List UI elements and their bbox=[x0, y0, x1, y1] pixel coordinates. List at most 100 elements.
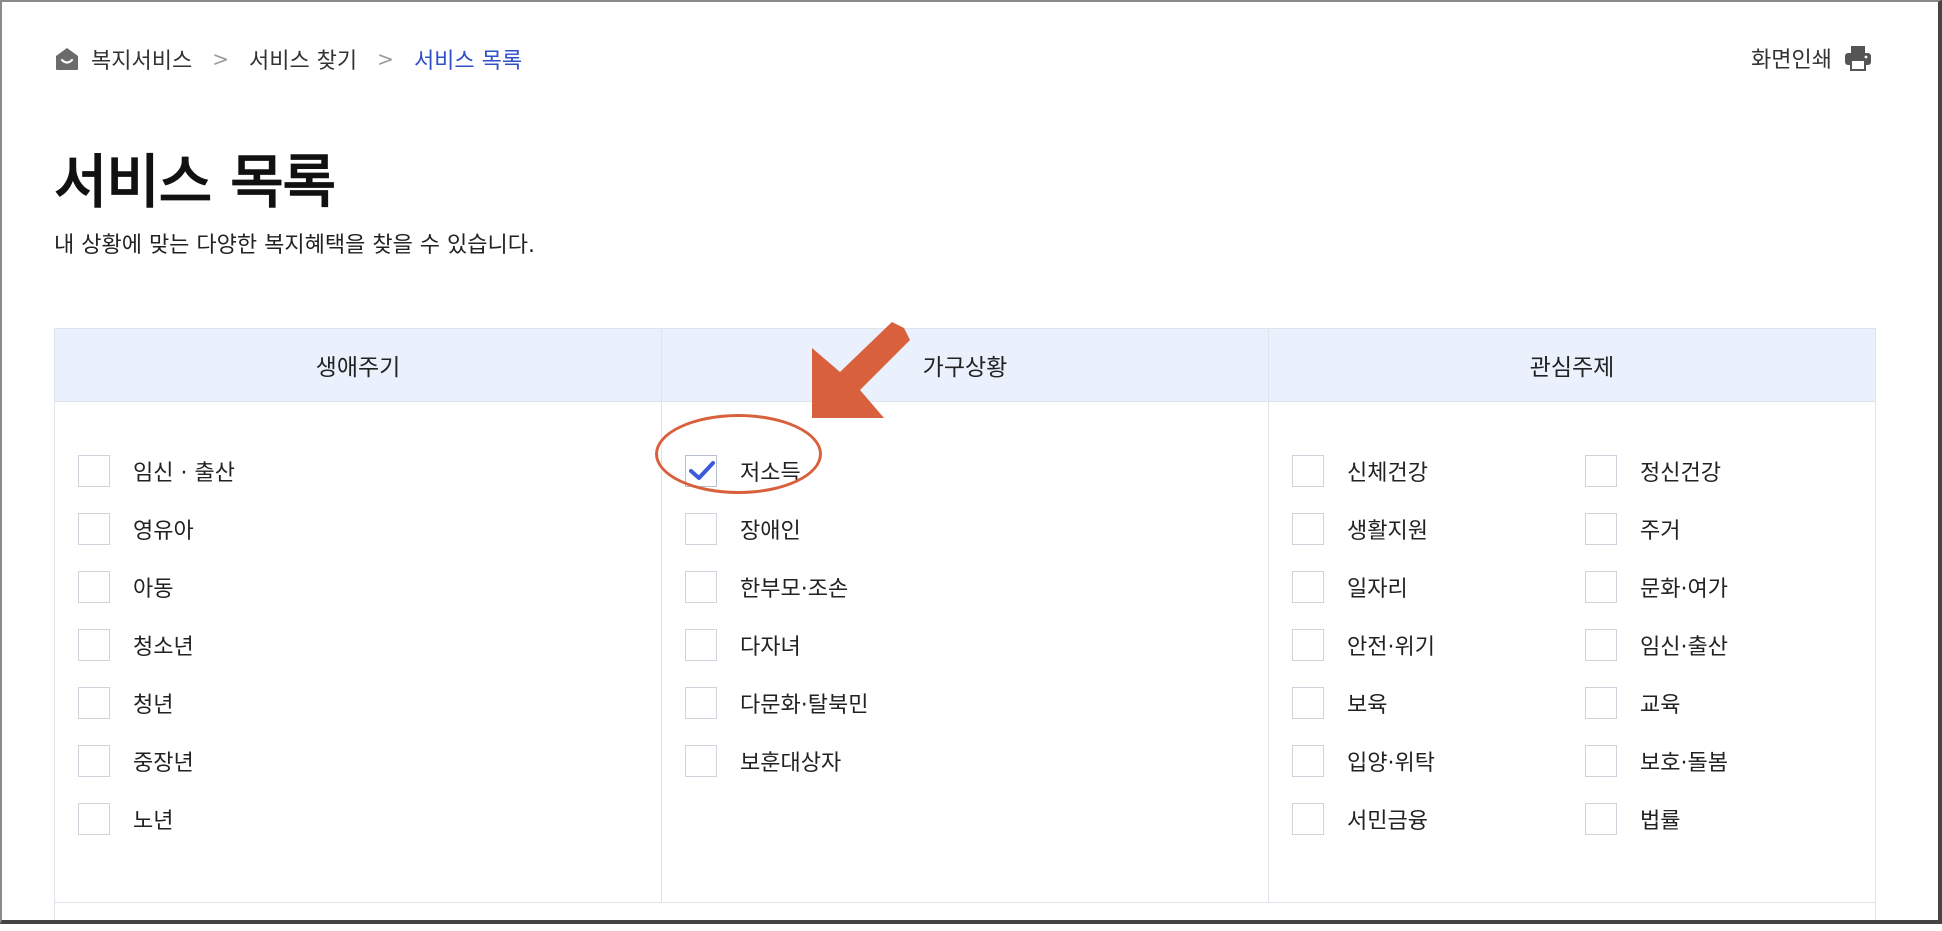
filter-option[interactable]: 청년 bbox=[78, 674, 235, 732]
filter-option[interactable]: 중장년 bbox=[78, 732, 235, 790]
checkbox[interactable] bbox=[685, 455, 717, 487]
filter-panel: 생애주기 가구상황 관심주제 임신 · 출산영유아아동청소년청년중장년노년 저소… bbox=[54, 328, 1876, 920]
filter-option[interactable]: 교육 bbox=[1585, 674, 1728, 732]
filter-option[interactable]: 보호·돌봄 bbox=[1585, 732, 1728, 790]
filter-option[interactable]: 아동 bbox=[78, 558, 235, 616]
checkbox[interactable] bbox=[1585, 687, 1617, 719]
checkbox[interactable] bbox=[1292, 571, 1324, 603]
filter-option-label: 노년 bbox=[133, 809, 174, 834]
filter-option-label: 중장년 bbox=[133, 751, 194, 776]
checkbox[interactable] bbox=[1292, 687, 1324, 719]
filter-option[interactable]: 영유아 bbox=[78, 500, 235, 558]
filter-option-label: 보훈대상자 bbox=[740, 751, 842, 776]
checkbox[interactable] bbox=[685, 571, 717, 603]
print-label: 화면인쇄 bbox=[1751, 48, 1832, 73]
header-interest: 관심주제 bbox=[1529, 355, 1615, 381]
filter-option[interactable]: 보육 bbox=[1292, 674, 1435, 732]
filter-option[interactable]: 안전·위기 bbox=[1292, 616, 1435, 674]
print-button[interactable]: 화면인쇄 bbox=[1751, 42, 1872, 74]
household-column: 저소득장애인한부모·조손다자녀다문화·탈북민보훈대상자 bbox=[662, 402, 1269, 902]
filter-option-label: 청년 bbox=[133, 693, 174, 718]
checkbox[interactable] bbox=[1292, 629, 1324, 661]
page-description: 내 상황에 맞는 다양한 복지혜택을 찾을 수 있습니다. bbox=[54, 233, 535, 258]
filter-option-label: 아동 bbox=[133, 577, 174, 602]
interest-list-1: 신체건강생활지원일자리안전·위기보육입양·위탁 서민금융 bbox=[1292, 442, 1435, 848]
filter-option[interactable]: 보훈대상자 bbox=[685, 732, 868, 790]
checkbox[interactable] bbox=[1292, 455, 1324, 487]
filter-option[interactable]: 서민금융 bbox=[1292, 790, 1435, 848]
filter-option[interactable]: 입양·위탁 bbox=[1292, 732, 1435, 790]
filter-option-label: 한부모·조손 bbox=[740, 577, 849, 602]
filter-option[interactable]: 임신·출산 bbox=[1585, 616, 1728, 674]
filter-option-label: 생활지원 bbox=[1347, 519, 1428, 544]
filter-option[interactable]: 법률 bbox=[1585, 790, 1728, 848]
breadcrumb-service-list[interactable]: 서비스 목록 bbox=[414, 43, 522, 75]
breadcrumb-separator: > bbox=[212, 47, 229, 71]
checkbox[interactable] bbox=[78, 455, 110, 487]
checkbox[interactable] bbox=[1292, 803, 1324, 835]
filter-option-label: 청소년 bbox=[133, 635, 194, 660]
life-cycle-list: 임신 · 출산영유아아동청소년청년중장년노년 bbox=[78, 442, 235, 848]
breadcrumb-welfare-service[interactable]: 복지서비스 bbox=[91, 43, 192, 75]
filter-option-label: 다문화·탈북민 bbox=[740, 693, 869, 718]
filter-option[interactable]: 신체건강 bbox=[1292, 442, 1435, 500]
breadcrumb-find-service[interactable]: 서비스 찾기 bbox=[249, 43, 357, 75]
filter-option[interactable]: 청소년 bbox=[78, 616, 235, 674]
filter-option[interactable]: 장애인 bbox=[685, 500, 868, 558]
checkbox[interactable] bbox=[1292, 745, 1324, 777]
page-title: 서비스 목록 bbox=[54, 148, 336, 216]
filter-option[interactable]: 임신 · 출산 bbox=[78, 442, 235, 500]
filter-option[interactable]: 다자녀 bbox=[685, 616, 868, 674]
checkbox[interactable] bbox=[78, 745, 110, 777]
interest-column: 신체건강생활지원일자리안전·위기보육입양·위탁 서민금융 정신건강주거문화·여가임… bbox=[1269, 402, 1875, 902]
checkbox[interactable] bbox=[1585, 513, 1617, 545]
checkbox[interactable] bbox=[1292, 513, 1324, 545]
checkbox[interactable] bbox=[78, 687, 110, 719]
filter-option[interactable]: 일자리 bbox=[1292, 558, 1435, 616]
checkbox[interactable] bbox=[1585, 571, 1617, 603]
filter-option[interactable]: 생활지원 bbox=[1292, 500, 1435, 558]
filter-option[interactable]: 다문화·탈북민 bbox=[685, 674, 868, 732]
filter-option-label: 다자녀 bbox=[740, 635, 801, 660]
checkbox[interactable] bbox=[1585, 455, 1617, 487]
filter-option-label: 정신건강 bbox=[1640, 461, 1721, 486]
breadcrumb: 복지서비스 > 서비스 찾기 > 서비스 목록 bbox=[55, 44, 522, 74]
filter-option[interactable]: 저소득 bbox=[685, 442, 868, 500]
filter-option[interactable]: 한부모·조손 bbox=[685, 558, 868, 616]
filter-option-label: 문화·여가 bbox=[1640, 577, 1728, 602]
filter-option[interactable]: 주거 bbox=[1585, 500, 1728, 558]
filter-option-label: 안전·위기 bbox=[1347, 635, 1435, 660]
filter-option-label: 보육 bbox=[1347, 693, 1388, 718]
filter-option-label: 임신·출산 bbox=[1640, 635, 1728, 660]
checkmark-icon bbox=[689, 461, 715, 480]
checkbox[interactable] bbox=[1585, 745, 1617, 777]
filter-option-label: 보호·돌봄 bbox=[1640, 751, 1728, 776]
filter-option-label: 영유아 bbox=[133, 519, 194, 544]
breadcrumb-separator: > bbox=[377, 47, 394, 71]
household-list: 저소득장애인한부모·조손다자녀다문화·탈북민보훈대상자 bbox=[685, 442, 868, 790]
checkbox[interactable] bbox=[685, 513, 717, 545]
checkbox[interactable] bbox=[1585, 803, 1617, 835]
filter-option[interactable]: 노년 bbox=[78, 790, 235, 848]
checkbox[interactable] bbox=[1585, 629, 1617, 661]
filter-header: 생애주기 가구상황 관심주제 bbox=[55, 329, 1875, 402]
home-icon[interactable] bbox=[55, 47, 79, 71]
filter-option-label: 법률 bbox=[1640, 809, 1681, 834]
checkbox[interactable] bbox=[78, 513, 110, 545]
header-life-cycle: 생애주기 bbox=[55, 329, 662, 401]
checkbox[interactable] bbox=[78, 629, 110, 661]
checkbox[interactable] bbox=[685, 687, 717, 719]
filter-option[interactable]: 문화·여가 bbox=[1585, 558, 1728, 616]
filter-option[interactable]: 정신건강 bbox=[1585, 442, 1728, 500]
filter-option-label: 신체건강 bbox=[1347, 461, 1428, 486]
filter-option-label: 저소득 bbox=[740, 461, 801, 486]
filter-option-label: 장애인 bbox=[740, 519, 801, 544]
page-frame: 복지서비스 > 서비스 찾기 > 서비스 목록 화면인쇄 서비스 목록 내 상황… bbox=[0, 0, 1942, 924]
filter-option-label: 교육 bbox=[1640, 693, 1681, 718]
checkbox[interactable] bbox=[685, 629, 717, 661]
filter-option-label: 주거 bbox=[1640, 519, 1681, 544]
checkbox[interactable] bbox=[685, 745, 717, 777]
checkbox[interactable] bbox=[78, 803, 110, 835]
filter-body: 임신 · 출산영유아아동청소년청년중장년노년 저소득장애인한부모·조손다자녀다문… bbox=[55, 402, 1875, 903]
checkbox[interactable] bbox=[78, 571, 110, 603]
